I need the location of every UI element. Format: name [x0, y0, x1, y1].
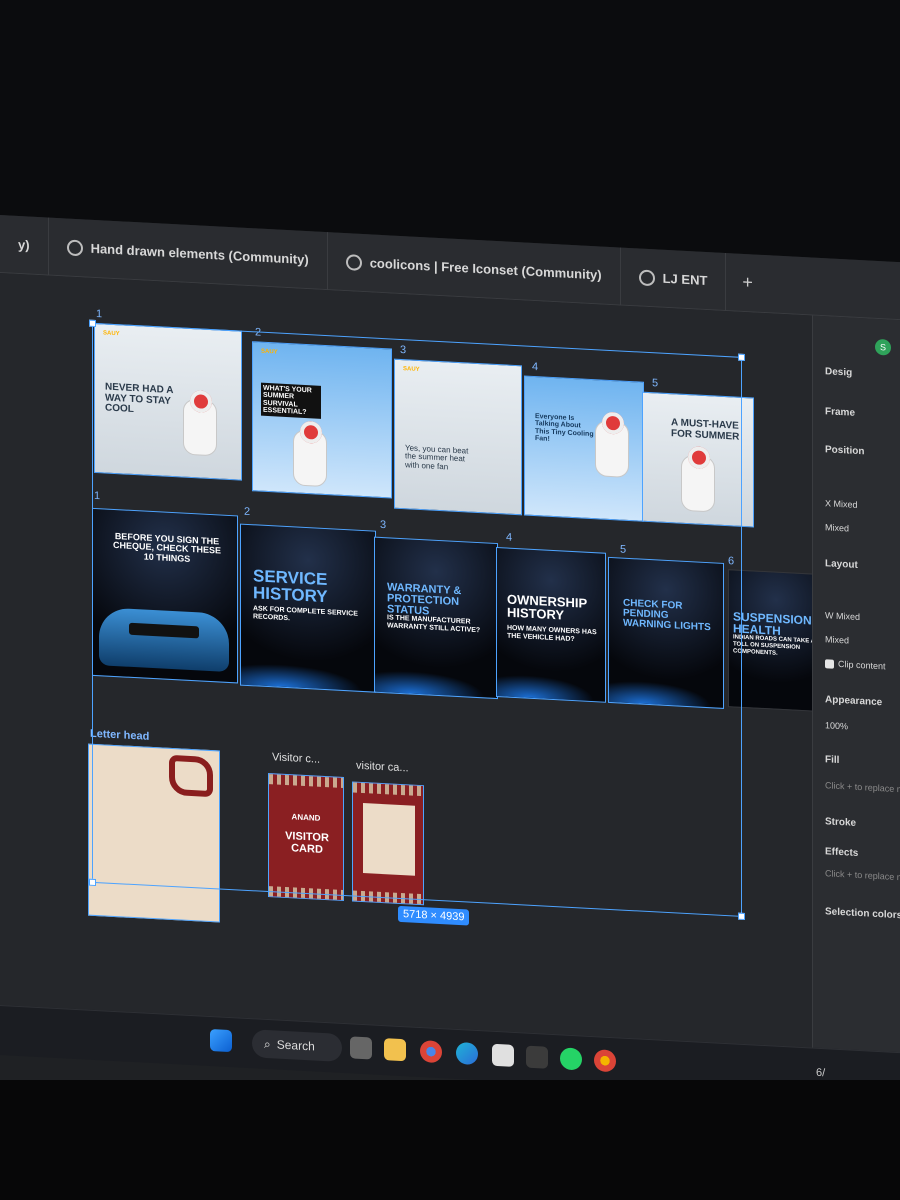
- width-field[interactable]: W Mixed: [825, 610, 860, 622]
- figma-icon[interactable]: [526, 1045, 548, 1069]
- edge-icon[interactable]: [456, 1041, 478, 1066]
- effects-heading: Effects: [825, 846, 859, 859]
- clip-content-label: Clip content: [838, 658, 886, 672]
- frame-heading: Frame: [825, 406, 856, 419]
- height-field[interactable]: Mixed: [825, 634, 849, 645]
- monitor-screen: y) Hand drawn elements (Community) cooli…: [0, 214, 900, 1143]
- tab-previous[interactable]: y): [0, 214, 49, 276]
- car-post-6[interactable]: SUSPENSION HEALTH INDIAN ROADS CAN TAKE …: [728, 569, 824, 713]
- fill-heading: Fill: [825, 754, 840, 766]
- tab-label: Hand drawn elements (Community): [90, 240, 309, 268]
- tab-design[interactable]: Desig: [825, 366, 852, 378]
- selection-colors-heading: Selection colors: [825, 906, 900, 922]
- figma-file-icon: [345, 253, 362, 271]
- resize-handle[interactable]: [738, 353, 745, 362]
- w-value: Mixed: [836, 610, 861, 623]
- frame-number: 1: [96, 308, 103, 321]
- y-value: Mixed: [825, 522, 850, 534]
- layout-heading: Layout: [825, 558, 858, 571]
- stroke-heading: Stroke: [825, 816, 857, 829]
- y-field[interactable]: Mixed: [825, 522, 849, 533]
- tab-label: y): [18, 236, 30, 253]
- properties-panel: S Desig Frame Position X Mixed Mixed Lay…: [812, 315, 900, 1081]
- selection-box[interactable]: [89, 319, 745, 921]
- search-icon: ⌕: [264, 1036, 271, 1051]
- search-label: Search: [276, 1037, 315, 1054]
- resize-handle[interactable]: [89, 878, 96, 887]
- tab-lj-ent[interactable]: LJ ENT: [620, 247, 727, 311]
- figma-file-icon: [638, 268, 655, 286]
- post-subtitle: INDIAN ROADS CAN TAKE A TOLL ON SUSPENSI…: [733, 634, 815, 657]
- effects-hint: Click + to replace mixe: [825, 868, 900, 883]
- tab-label: coolicons | Free Iconset (Community): [369, 255, 602, 283]
- checkbox-icon: [825, 659, 834, 669]
- new-tab-button[interactable]: +: [726, 271, 769, 294]
- store-icon[interactable]: [492, 1043, 514, 1067]
- task-view-icon[interactable]: [350, 1036, 372, 1060]
- opacity-field[interactable]: 100%: [825, 720, 848, 731]
- resize-handle[interactable]: [738, 912, 745, 921]
- w-label: W: [825, 610, 834, 621]
- x-label: X: [825, 498, 832, 509]
- design-canvas[interactable]: 1 2 3 4 5 SAUY NEVER HAD A WAY TO STAY C…: [0, 273, 856, 1081]
- tab-label: LJ ENT: [662, 270, 708, 289]
- selection-dimensions: 5718 × 4939: [398, 905, 470, 926]
- whatsapp-icon[interactable]: [560, 1047, 582, 1071]
- figma-file-icon: [66, 238, 83, 256]
- file-explorer-icon[interactable]: [384, 1038, 406, 1062]
- fill-hint: Click + to replace mixe: [825, 780, 900, 795]
- monitor-bezel: [0, 1080, 900, 1200]
- chrome-alt-icon[interactable]: [594, 1049, 616, 1073]
- clip-content-toggle[interactable]: Clip content: [825, 658, 886, 671]
- windows-start-icon[interactable]: [210, 1029, 232, 1053]
- user-avatar[interactable]: S: [875, 338, 891, 356]
- resize-handle[interactable]: [89, 319, 96, 328]
- position-heading: Position: [825, 444, 865, 458]
- system-tray-time: 6/: [816, 1066, 826, 1080]
- x-value: Mixed: [833, 498, 858, 510]
- h-value: Mixed: [825, 634, 850, 646]
- appearance-heading: Appearance: [825, 694, 883, 709]
- chrome-icon[interactable]: [420, 1040, 442, 1064]
- taskbar-search[interactable]: ⌕ Search: [252, 1029, 342, 1062]
- x-field[interactable]: X Mixed: [825, 498, 858, 510]
